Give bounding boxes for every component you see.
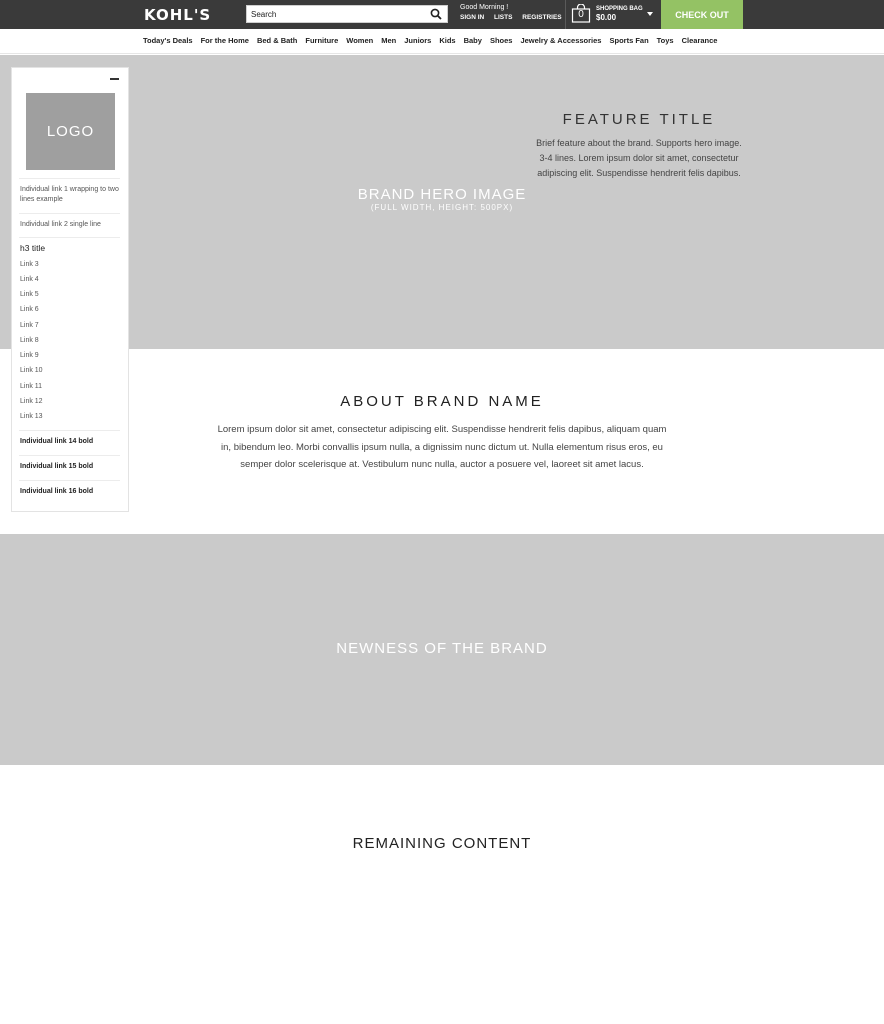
sidebar-divider xyxy=(19,213,120,214)
account-links: SIGN IN LISTS REGISTRIES xyxy=(460,14,570,21)
sidebar-divider xyxy=(19,455,120,456)
header-divider xyxy=(565,0,566,29)
lists-link[interactable]: LISTS xyxy=(494,14,512,21)
nav-men[interactable]: Men xyxy=(381,36,396,45)
hero-caption-subtitle: (FULL WIDTH, HEIGHT: 500PX) xyxy=(370,203,514,212)
brand-hero-image: BRAND HERO IMAGE (FULL WIDTH, HEIGHT: 50… xyxy=(0,55,884,349)
sidebar-link-7[interactable]: Link 7 xyxy=(20,321,120,331)
nav-toys[interactable]: Toys xyxy=(657,36,674,45)
collapse-icon[interactable] xyxy=(110,78,119,80)
category-list: Today's Deals For the Home Bed & Bath Fu… xyxy=(143,36,717,45)
about-title: ABOUT BRAND NAME xyxy=(340,393,544,410)
sign-in-link[interactable]: SIGN IN xyxy=(460,14,484,21)
brand-sidebar: LOGO Individual link 1 wrapping to two l… xyxy=(11,67,129,512)
feature-title: FEATURE TITLE xyxy=(562,111,716,128)
nav-women[interactable]: Women xyxy=(346,36,373,45)
sidebar-divider xyxy=(19,237,120,238)
sidebar-link-1[interactable]: Individual link 1 wrapping to two lines … xyxy=(20,185,120,205)
nav-clearance[interactable]: Clearance xyxy=(682,36,718,45)
hero-caption: BRAND HERO IMAGE (FULL WIDTH, HEIGHT: 50… xyxy=(352,186,532,212)
nav-baby[interactable]: Baby xyxy=(464,36,482,45)
nav-jewelry-accessories[interactable]: Jewelry & Accessories xyxy=(520,36,601,45)
shopping-bag-label[interactable]: SHOPPING BAG xyxy=(596,6,643,12)
newness-text: NEWNESS OF THE BRAND xyxy=(336,640,548,657)
sidebar-link-9[interactable]: Link 9 xyxy=(20,351,120,361)
hero-caption-title: BRAND HERO IMAGE xyxy=(357,186,527,203)
kohls-logo[interactable]: KOHL'S xyxy=(144,6,211,24)
nav-bed-bath[interactable]: Bed & Bath xyxy=(257,36,297,45)
sidebar-link-4[interactable]: Link 4 xyxy=(20,275,120,285)
sidebar-bold-link-15[interactable]: Individual link 15 bold xyxy=(20,463,93,470)
brand-logo-placeholder: LOGO xyxy=(26,93,115,170)
remaining-content: REMAINING CONTENT xyxy=(352,835,532,852)
top-header-bar: KOHL'S Good Morning ! SIGN IN LISTS REGI… xyxy=(0,0,884,29)
category-nav: Today's Deals For the Home Bed & Bath Fu… xyxy=(0,29,884,54)
nav-sports-fan[interactable]: Sports Fan xyxy=(609,36,648,45)
checkout-button[interactable]: CHECK OUT xyxy=(661,0,743,29)
nav-furniture[interactable]: Furniture xyxy=(305,36,338,45)
search-box[interactable] xyxy=(246,5,448,23)
sidebar-divider xyxy=(19,430,120,431)
bag-amount: $0.00 xyxy=(596,13,617,22)
sidebar-divider xyxy=(19,480,120,481)
sidebar-link-10[interactable]: Link 10 xyxy=(20,366,120,376)
sidebar-link-3[interactable]: Link 3 xyxy=(20,260,120,270)
registries-link[interactable]: REGISTRIES xyxy=(522,14,561,21)
bag-count: 0 xyxy=(578,9,584,20)
search-input[interactable] xyxy=(251,6,427,22)
sidebar-link-5[interactable]: Link 5 xyxy=(20,290,120,300)
nav-kids[interactable]: Kids xyxy=(439,36,455,45)
nav-todays-deals[interactable]: Today's Deals xyxy=(143,36,193,45)
nav-shoes[interactable]: Shoes xyxy=(490,36,513,45)
sidebar-link-11[interactable]: Link 11 xyxy=(20,382,120,392)
nav-juniors[interactable]: Juniors xyxy=(404,36,431,45)
sidebar-h3-title: h3 title xyxy=(20,243,46,253)
about-text: Lorem ipsum dolor sit amet, consectetur … xyxy=(217,424,667,471)
nav-for-the-home[interactable]: For the Home xyxy=(201,36,249,45)
feature-text: Brief feature about the brand. Supports … xyxy=(536,138,742,178)
newness-banner: NEWNESS OF THE BRAND xyxy=(0,534,884,765)
greeting-text: Good Morning ! xyxy=(460,4,509,11)
chevron-down-icon[interactable] xyxy=(647,12,653,16)
search-icon[interactable] xyxy=(430,8,442,20)
sidebar-bold-link-16[interactable]: Individual link 16 bold xyxy=(20,488,93,495)
sidebar-bold-link-14[interactable]: Individual link 14 bold xyxy=(20,438,93,445)
sidebar-link-13[interactable]: Link 13 xyxy=(20,412,120,422)
sidebar-divider xyxy=(19,178,120,179)
sidebar-link-2[interactable]: Individual link 2 single line xyxy=(20,220,120,230)
sidebar-link-8[interactable]: Link 8 xyxy=(20,336,120,346)
sidebar-link-6[interactable]: Link 6 xyxy=(20,305,120,315)
